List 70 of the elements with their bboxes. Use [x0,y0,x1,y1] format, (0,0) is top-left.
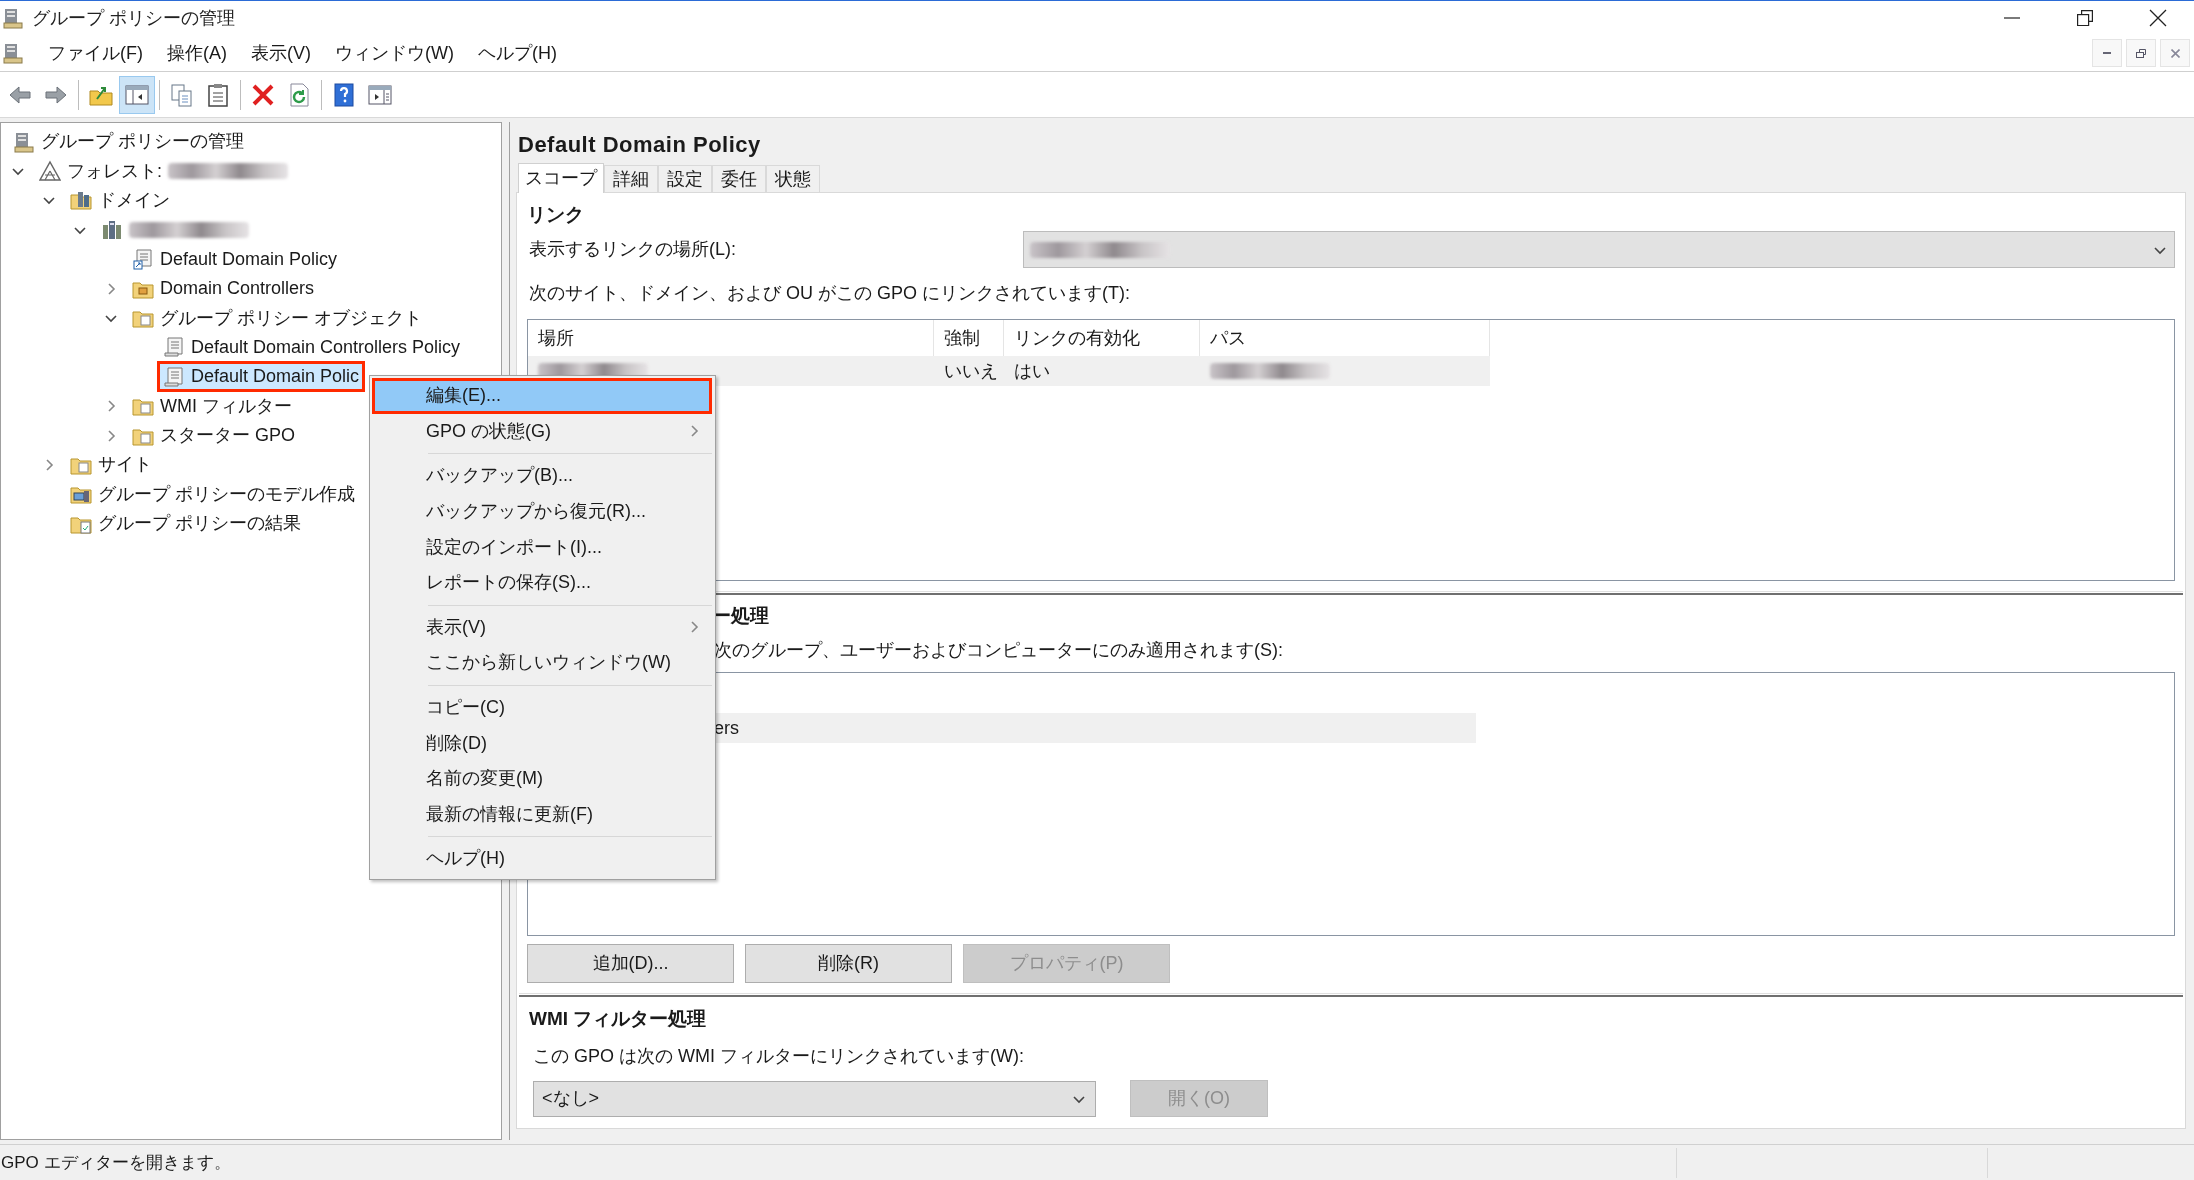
tab[interactable]: 委任 [712,165,766,192]
scroll-icon [163,365,185,388]
help-icon [331,81,357,108]
details-title: Default Domain Policy [517,130,762,159]
menu-item[interactable]: レポートの保存(S)... [372,564,712,601]
table-cell-text: いいえ [943,359,999,383]
menu-item[interactable]: 編集(E)... [372,378,712,414]
tree-item[interactable]: サイト [66,451,156,479]
console-icon [13,130,35,153]
tree-item[interactable]: フォレスト: [35,157,292,185]
section-heading: リンク [527,202,585,227]
menu-item[interactable]: 名前の変更(M) [372,760,712,797]
menu-item[interactable]: バックアップから復元(R)... [372,493,712,530]
tree-item[interactable]: Default Domain Policy [128,245,342,273]
menu-item[interactable]: ヘルプ(H) [372,841,712,877]
folder-servers-icon [70,189,92,212]
list-label: 次のサイト、ドメイン、および OU がこの GPO にリンクされています(T): [528,282,1131,305]
tab[interactable]: 詳細 [604,165,658,192]
status-text: GPO エディターを開きます。 [0,1151,232,1174]
menu-item[interactable]: ここから新しいウィンドウ(W) [372,645,712,681]
table-row[interactable]: いいえ はい [528,356,1490,386]
triangle-icon [39,160,61,183]
menu-item[interactable]: 表示(V) [372,609,712,646]
tree-item[interactable]: Default Domain Polic [159,363,364,391]
minimize-icon [2003,17,2020,19]
menu-item[interactable]: GPO の状態(G) [372,413,712,450]
scroll-icon [163,336,185,359]
wmi-dropdown[interactable]: <なし> [533,1080,1096,1117]
menu-item[interactable]: ウィンドウ(W) [323,37,466,69]
tab[interactable]: 状態 [766,165,820,192]
copy-icon [169,81,195,108]
menu-item[interactable]: ファイル(F) [36,37,155,69]
document-icon [2,42,24,64]
section-heading: WMI フィルター処理 [528,1006,708,1031]
menu-item[interactable]: ヘルプ(H) [465,37,569,69]
minimize-icon [2103,52,2111,54]
tree-item[interactable]: WMI フィルター [128,392,296,420]
field-label: 表示するリンクの場所(L): [528,238,737,261]
menu-item[interactable]: 設定のインポート(I)... [372,529,712,565]
app-icon [2,7,24,29]
tab[interactable]: 設定 [658,165,712,192]
tree-item[interactable]: スターター GPO [128,422,299,450]
window-title: グループ ポリシーの管理 [32,6,235,30]
restore-icon [2136,48,2146,58]
action-button[interactable]: 削除(R) [745,944,952,983]
menu-item[interactable]: コピー(C) [372,689,712,726]
field-label: この GPO は次の WMI フィルターにリンクされています(W): [532,1045,1025,1068]
tree-item[interactable]: ドメイン [66,186,174,214]
servers-icon [101,218,123,241]
scroll-shortcut-icon [132,248,154,271]
tree-item[interactable]: Domain Controllers [128,275,319,303]
restore-button[interactable] [2126,39,2156,67]
tab[interactable]: スコープ [518,163,604,193]
clipboard-icon [205,81,231,108]
table-cell-text: はい [1013,359,1051,383]
menu-item[interactable]: 削除(D) [372,725,712,761]
menu-item[interactable]: 操作(A) [155,37,239,69]
show-tree-button[interactable] [119,75,155,114]
tree-item[interactable]: グループ ポリシーの結果 [66,510,305,538]
tree-item[interactable]: グループ ポリシー オブジェクト [128,304,426,332]
close-icon [2170,48,2180,58]
tree-item[interactable]: グループ ポリシーのモデル作成 [66,480,359,508]
menu-item[interactable]: 最新の情報に更新(F) [372,796,712,833]
close-icon [2148,9,2167,27]
menu-item[interactable]: 表示(V) [239,37,323,69]
action-button[interactable]: 追加(D)... [527,944,734,983]
menu-item[interactable]: バックアップ(B)... [372,458,712,494]
tree-item[interactable]: Default Domain Controllers Policy [159,333,465,361]
restore-icon [2076,10,2093,26]
tree-item[interactable]: グループ ポリシーの管理 [9,128,248,156]
